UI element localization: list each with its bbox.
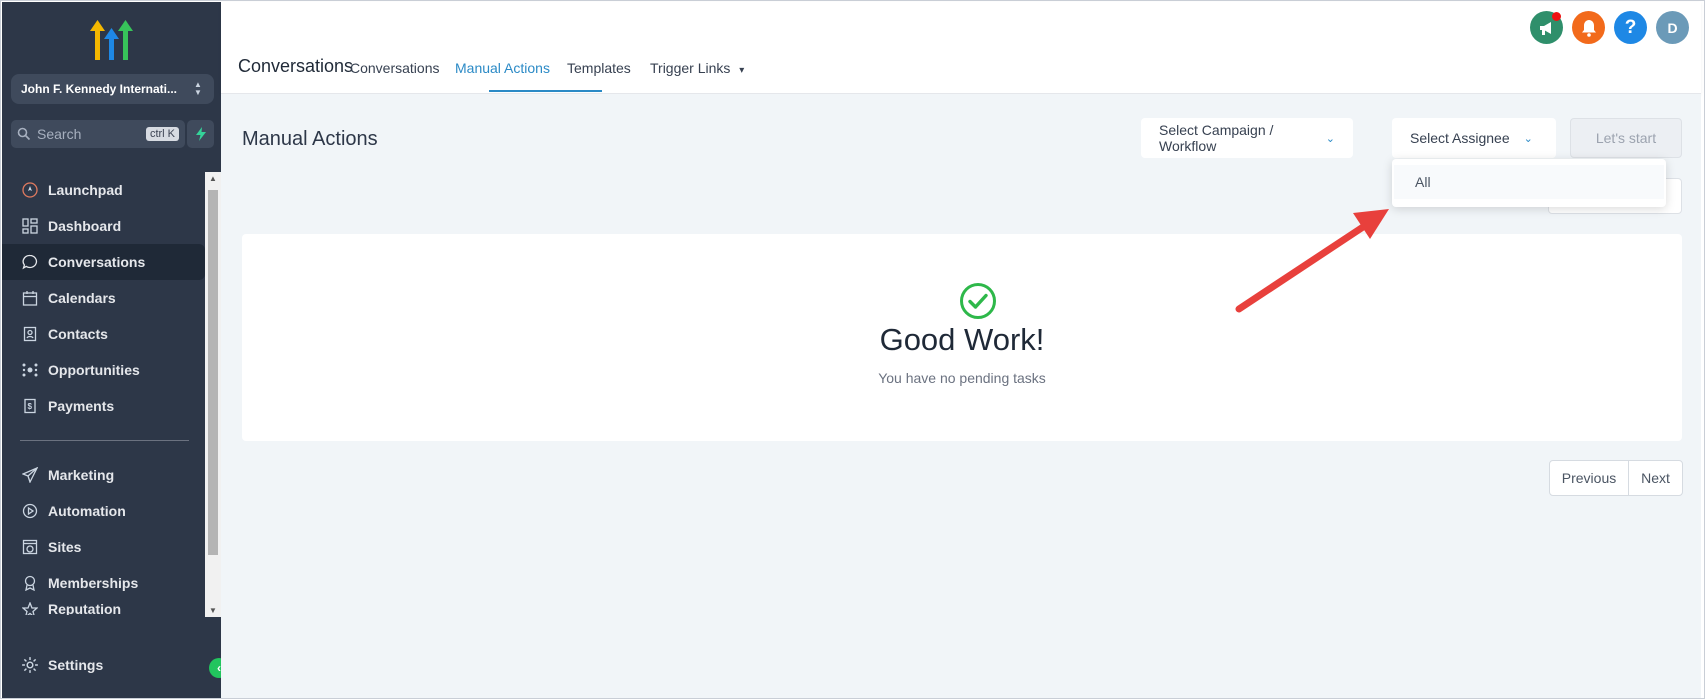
account-switcher[interactable]: John F. Kennedy Internati... ▲ ▼ [11,74,214,104]
page-title: Manual Actions [242,128,378,150]
paper-plane-icon [21,466,39,484]
sidebar-item-dashboard[interactable]: Dashboard [2,208,205,244]
sidebar-item-label: Launchpad [48,182,123,198]
select-label: Select Assignee [1410,130,1510,146]
sidebar-item-label: Dashboard [48,218,122,234]
sidebar-item-label: Reputation [48,601,122,615]
app-logo[interactable] [90,18,136,62]
sidebar-item-label: Contacts [48,326,108,342]
previous-button[interactable]: Previous [1550,461,1629,495]
assignee-select[interactable]: Select Assignee ⌄ [1392,118,1556,158]
empty-state-card: Good Work! You have no pending tasks [242,234,1682,441]
sidebar-item-memberships[interactable]: Memberships [2,565,205,601]
assignee-dropdown-menu: All [1392,159,1666,207]
megaphone-icon [1539,21,1551,35]
gear-icon [22,657,38,673]
scroll-down-arrow-icon[interactable]: ▼ [209,606,217,615]
chevron-up-down-icon: ▲ ▼ [194,80,202,97]
empty-state-subtitle: You have no pending tasks [878,370,1046,386]
lightning-icon [195,127,206,141]
tab-conversations[interactable]: Conversations [350,60,440,76]
sidebar-item-opportunities[interactable]: Opportunities [2,352,205,388]
search-input[interactable]: Search ctrl K [11,120,185,148]
sidebar-item-reputation[interactable]: Reputation [2,601,205,615]
sidebar-item-sites[interactable]: Sites [2,529,205,565]
check-circle-icon [960,283,996,319]
play-circle-icon [21,502,39,520]
lets-start-button[interactable]: Let's start [1570,118,1682,158]
header: Conversations Conversations Manual Actio… [221,2,1701,94]
star-icon [21,601,39,615]
settings-label: Settings [48,657,104,673]
sidebar-item-label: Sites [48,539,82,555]
bell-icon [1581,19,1596,37]
pagination: Previous Next [1549,460,1683,496]
avatar[interactable]: D [1656,11,1689,44]
sidebar: John F. Kennedy Internati... ▲ ▼ Search c… [2,2,221,698]
search-icon [17,127,31,141]
account-name: John F. Kennedy Internati... [21,82,178,96]
sidebar-item-contacts[interactable]: Contacts [2,316,205,352]
sidebar-item-marketing[interactable]: Marketing [2,457,205,493]
empty-state-title: Good Work! [879,322,1045,357]
sidebar-item-label: Conversations [48,254,146,270]
search-shortcut-badge: ctrl K [145,127,179,141]
sidebar-nav: Launchpad Dashboard Conversations Calend… [2,172,205,615]
sidebar-item-label: Opportunities [48,362,140,378]
dollar-receipt-icon: $ [21,397,39,415]
sidebar-item-label: Calendars [48,290,116,306]
campaign-workflow-select[interactable]: Select Campaign / Workflow ⌄ [1141,118,1353,158]
sidebar-item-conversations[interactable]: Conversations [2,244,205,280]
sidebar-item-automation[interactable]: Automation [2,493,205,529]
chevron-down-icon: ▾ [739,65,745,76]
scrollbar-thumb[interactable] [208,190,218,555]
search-placeholder: Search [37,126,82,142]
sidebar-item-label: Payments [48,398,115,414]
help-button[interactable]: ? [1614,11,1647,44]
sidebar-item-calendars[interactable]: Calendars [2,280,205,316]
sidebar-item-label: Memberships [48,575,139,591]
main-content: Manual Actions Select Campaign / Workflo… [221,94,1701,698]
tab-templates[interactable]: Templates [567,60,631,76]
quick-actions-button[interactable] [187,120,214,148]
calendar-icon [21,289,39,307]
notifications-button[interactable] [1572,11,1605,44]
award-icon [21,574,39,592]
globe-window-icon [21,538,39,556]
sidebar-item-settings[interactable]: Settings [21,656,103,674]
sidebar-item-label: Automation [48,503,126,519]
network-icon [21,361,39,379]
tab-label: Trigger Links [650,60,731,76]
app-window: John F. Kennedy Internati... ▲ ▼ Search c… [0,0,1705,699]
next-button[interactable]: Next [1629,461,1682,495]
address-book-icon [21,325,39,343]
dropdown-option-all[interactable]: All [1394,165,1664,199]
tab-trigger-links[interactable]: Trigger Links ▾ [650,60,744,76]
question-mark-icon: ? [1624,16,1637,38]
sidebar-item-payments[interactable]: $ Payments [2,388,205,424]
svg-text:$: $ [28,402,33,411]
chat-bubble-icon [21,253,39,271]
notification-dot [1552,12,1561,21]
avatar-initial: D [1667,19,1678,36]
chevron-down-icon: ⌄ [1325,132,1335,145]
scroll-up-arrow-icon[interactable]: ▲ [209,174,217,183]
header-actions: ? D [1530,11,1689,44]
page-section-title: Conversations [238,56,354,76]
sidebar-item-label: Marketing [48,467,115,483]
grid-icon [21,217,39,235]
active-tab-indicator [489,90,602,92]
chevron-down-icon: ⌄ [1523,132,1533,145]
tab-manual-actions[interactable]: Manual Actions [455,60,550,76]
announcements-button[interactable] [1530,11,1563,44]
sidebar-item-launchpad[interactable]: Launchpad [2,172,205,208]
sidebar-scrollbar[interactable]: ▲ ▼ [205,172,221,617]
sidebar-divider [20,440,189,441]
select-label: Select Campaign / Workflow [1159,122,1274,154]
rocket-icon [21,181,39,199]
